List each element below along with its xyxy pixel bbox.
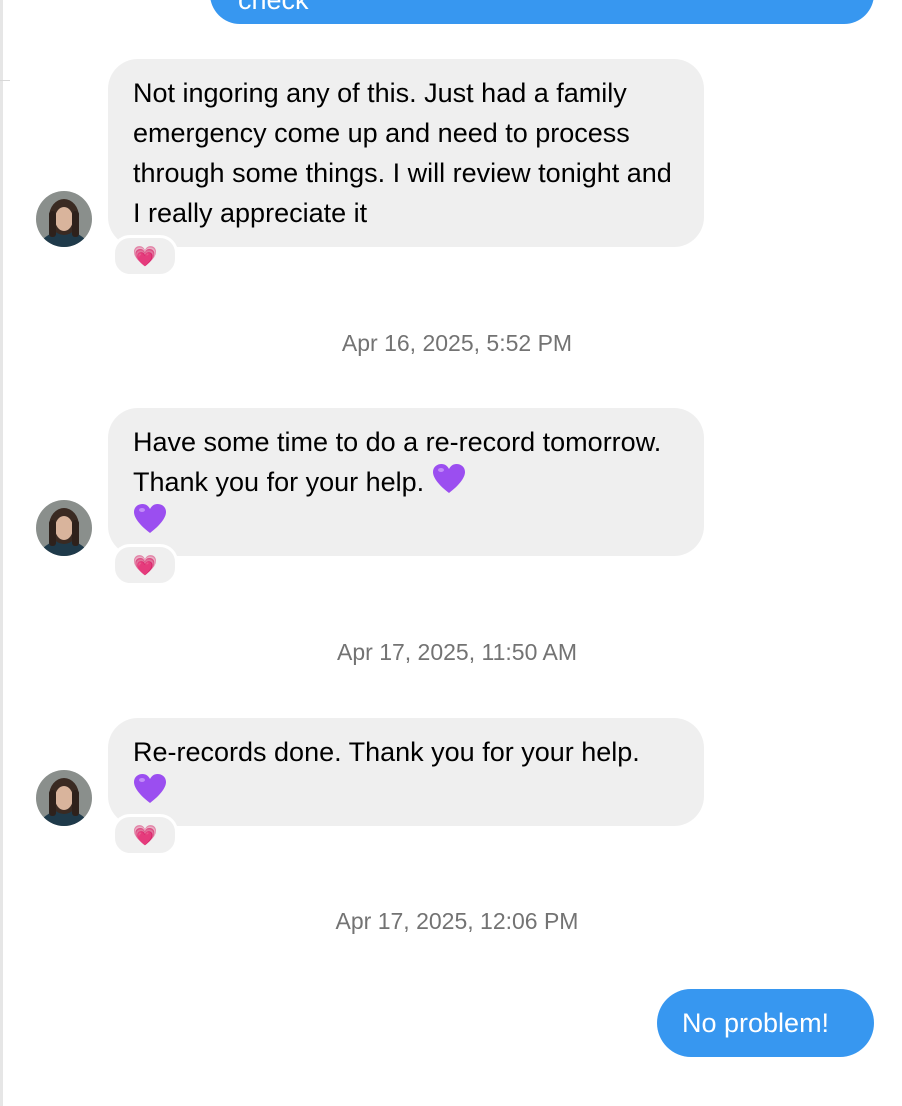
sidebar-divider: [0, 0, 3, 1106]
timestamp: Apr 17, 2025, 11:50 AM: [337, 639, 577, 665]
message-text: Have some time to do a re-record tomorro…: [133, 427, 662, 497]
purple-heart-icon: [134, 504, 166, 533]
avatar-image: [36, 191, 92, 247]
timestamp: Apr 17, 2025, 12:06 PM: [335, 908, 579, 934]
reaction-badge[interactable]: 💗: [112, 544, 178, 586]
chat-thread: check Not ingoring any of this. Just had…: [0, 0, 902, 1106]
outgoing-message-bubble[interactable]: No problem!: [657, 989, 874, 1057]
purple-heart-icon: [432, 464, 465, 493]
reaction-badge[interactable]: 💗: [112, 814, 178, 856]
incoming-message-bubble[interactable]: Re-records done. Thank you for your help…: [108, 718, 704, 826]
message-text: No problem!: [682, 1008, 830, 1038]
purple-heart-icon: [134, 774, 166, 803]
avatar-image: [36, 500, 92, 556]
sparkling-heart-icon: 💗: [132, 824, 158, 847]
avatar-image: [36, 770, 92, 826]
avatar[interactable]: [36, 500, 92, 556]
message-text: Re-records done. Thank you for your help…: [133, 737, 640, 767]
message-text: check: [238, 0, 309, 15]
message-text: Not ingoring any of this. Just had a fam…: [133, 78, 672, 228]
incoming-message-bubble[interactable]: Not ingoring any of this. Just had a fam…: [108, 59, 704, 247]
avatar[interactable]: [36, 191, 92, 247]
sparkling-heart-icon: 💗: [132, 245, 158, 268]
sparkling-heart-icon: 💗: [132, 554, 158, 577]
incoming-message-bubble[interactable]: Have some time to do a re-record tomorro…: [108, 408, 704, 556]
timestamp: Apr 16, 2025, 5:52 PM: [341, 330, 573, 356]
sidebar-divider-tick: [0, 80, 10, 81]
avatar[interactable]: [36, 770, 92, 826]
reaction-badge[interactable]: 💗: [112, 235, 178, 277]
outgoing-message-bubble[interactable]: check: [210, 0, 874, 24]
